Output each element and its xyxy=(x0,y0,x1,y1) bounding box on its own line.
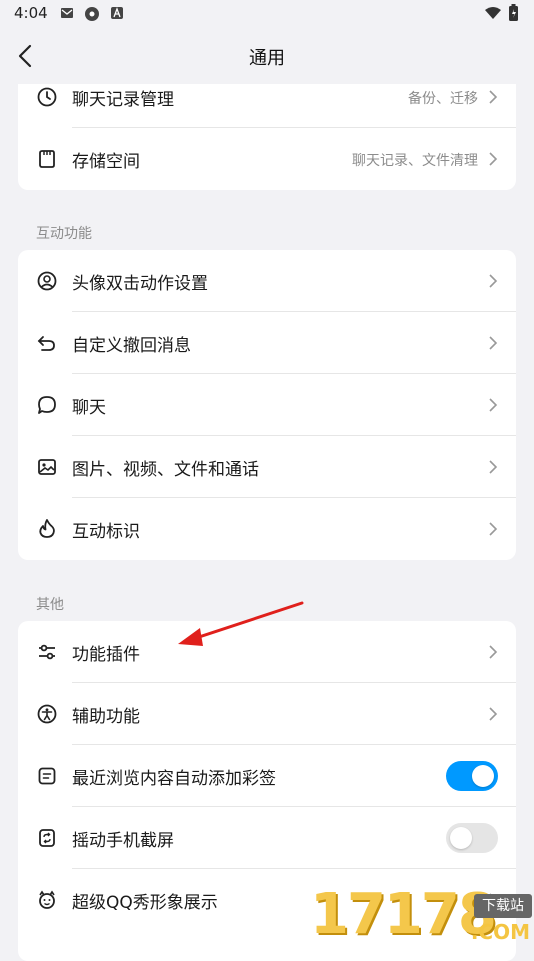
list-item-label: 聊天记录管理 xyxy=(72,90,174,110)
chevron-right-icon xyxy=(489,707,498,721)
list-item-hint: 聊天记录、文件清理 xyxy=(352,153,478,169)
font-a-icon xyxy=(111,7,123,19)
chevron-right-icon xyxy=(489,460,498,474)
toggle-knob xyxy=(450,827,472,849)
shake-icon xyxy=(39,829,55,847)
flame-icon xyxy=(39,519,55,538)
watermark-logo: 17178 下载站 .COM xyxy=(308,878,534,950)
list-item-label: 聊天 xyxy=(72,398,106,418)
list-item-label: 超级QQ秀形象展示 xyxy=(72,893,218,913)
list-item-auto-tag: 最近浏览内容自动添加彩签 xyxy=(18,745,516,807)
accessibility-icon xyxy=(37,704,57,724)
chevron-right-icon xyxy=(489,645,498,659)
list-item-label: 辅助功能 xyxy=(72,707,140,727)
list-item-label: 功能插件 xyxy=(72,645,140,665)
list-item-hint: 备份、迁移 xyxy=(408,91,478,107)
list-item-label: 自定义撤回消息 xyxy=(72,336,191,356)
watermark-domain: .COM xyxy=(470,920,530,944)
mail-icon xyxy=(61,8,73,18)
storage-icon xyxy=(39,150,55,168)
list-item-avatar-double-tap[interactable]: 头像双击动作设置 xyxy=(18,250,516,312)
chevron-right-icon xyxy=(489,274,498,288)
storage-card: 聊天记录管理 备份、迁移 存储空间 聊天记录、文件清理 xyxy=(18,66,516,190)
list-item-chat[interactable]: 聊天 xyxy=(18,374,516,436)
list-item-plugins[interactable]: 功能插件 xyxy=(18,621,516,683)
list-item-label: 摇动手机截屏 xyxy=(72,831,174,851)
interaction-card: 头像双击动作设置 自定义撤回消息 聊天 图片、视频、文件和通话 互动标识 xyxy=(18,250,516,560)
list-item-storage[interactable]: 存储空间 聊天记录、文件清理 xyxy=(18,128,516,190)
list-item-accessibility[interactable]: 辅助功能 xyxy=(18,683,516,745)
section-title-other: 其他 xyxy=(36,597,64,613)
wifi-icon xyxy=(485,7,501,19)
list-item-interaction-badge[interactable]: 互动标识 xyxy=(18,498,516,560)
chat-bubble-icon xyxy=(38,396,56,414)
section-title-interaction: 互动功能 xyxy=(36,226,92,242)
list-item-label: 头像双击动作设置 xyxy=(72,274,208,294)
image-icon xyxy=(38,459,56,475)
auto-tag-toggle[interactable] xyxy=(446,761,498,791)
shake-screenshot-toggle[interactable] xyxy=(446,823,498,853)
chevron-right-icon xyxy=(489,398,498,412)
page-title: 通用 xyxy=(249,48,285,69)
status-bar: 4:04 xyxy=(0,0,534,28)
list-item-label: 存储空间 xyxy=(72,152,140,172)
clock-icon xyxy=(37,87,57,107)
sliders-icon xyxy=(39,644,55,660)
chevron-right-icon xyxy=(489,90,498,104)
avatar-icon xyxy=(37,271,57,291)
chevron-right-icon xyxy=(489,522,498,536)
list-item-label: 最近浏览内容自动添加彩签 xyxy=(72,769,276,789)
watermark-number: 17178 xyxy=(310,882,497,947)
list-item-label: 图片、视频、文件和通话 xyxy=(72,460,259,480)
toggle-knob xyxy=(472,765,494,787)
chevron-right-icon xyxy=(489,152,498,166)
tag-icon xyxy=(38,767,56,785)
undo-icon xyxy=(37,336,55,351)
watermark-tag: 下载站 xyxy=(474,894,532,918)
status-time: 4:04 xyxy=(14,4,48,22)
shutter-icon xyxy=(85,7,99,21)
list-item-shake-screenshot: 摇动手机截屏 xyxy=(18,807,516,869)
list-item-label: 互动标识 xyxy=(72,522,140,542)
list-item-media-files[interactable]: 图片、视频、文件和通话 xyxy=(18,436,516,498)
chevron-right-icon xyxy=(489,336,498,350)
battery-icon xyxy=(509,4,518,21)
title-bar: 通用 xyxy=(0,28,534,84)
qq-show-icon xyxy=(39,890,55,909)
list-item-custom-recall[interactable]: 自定义撤回消息 xyxy=(18,312,516,374)
